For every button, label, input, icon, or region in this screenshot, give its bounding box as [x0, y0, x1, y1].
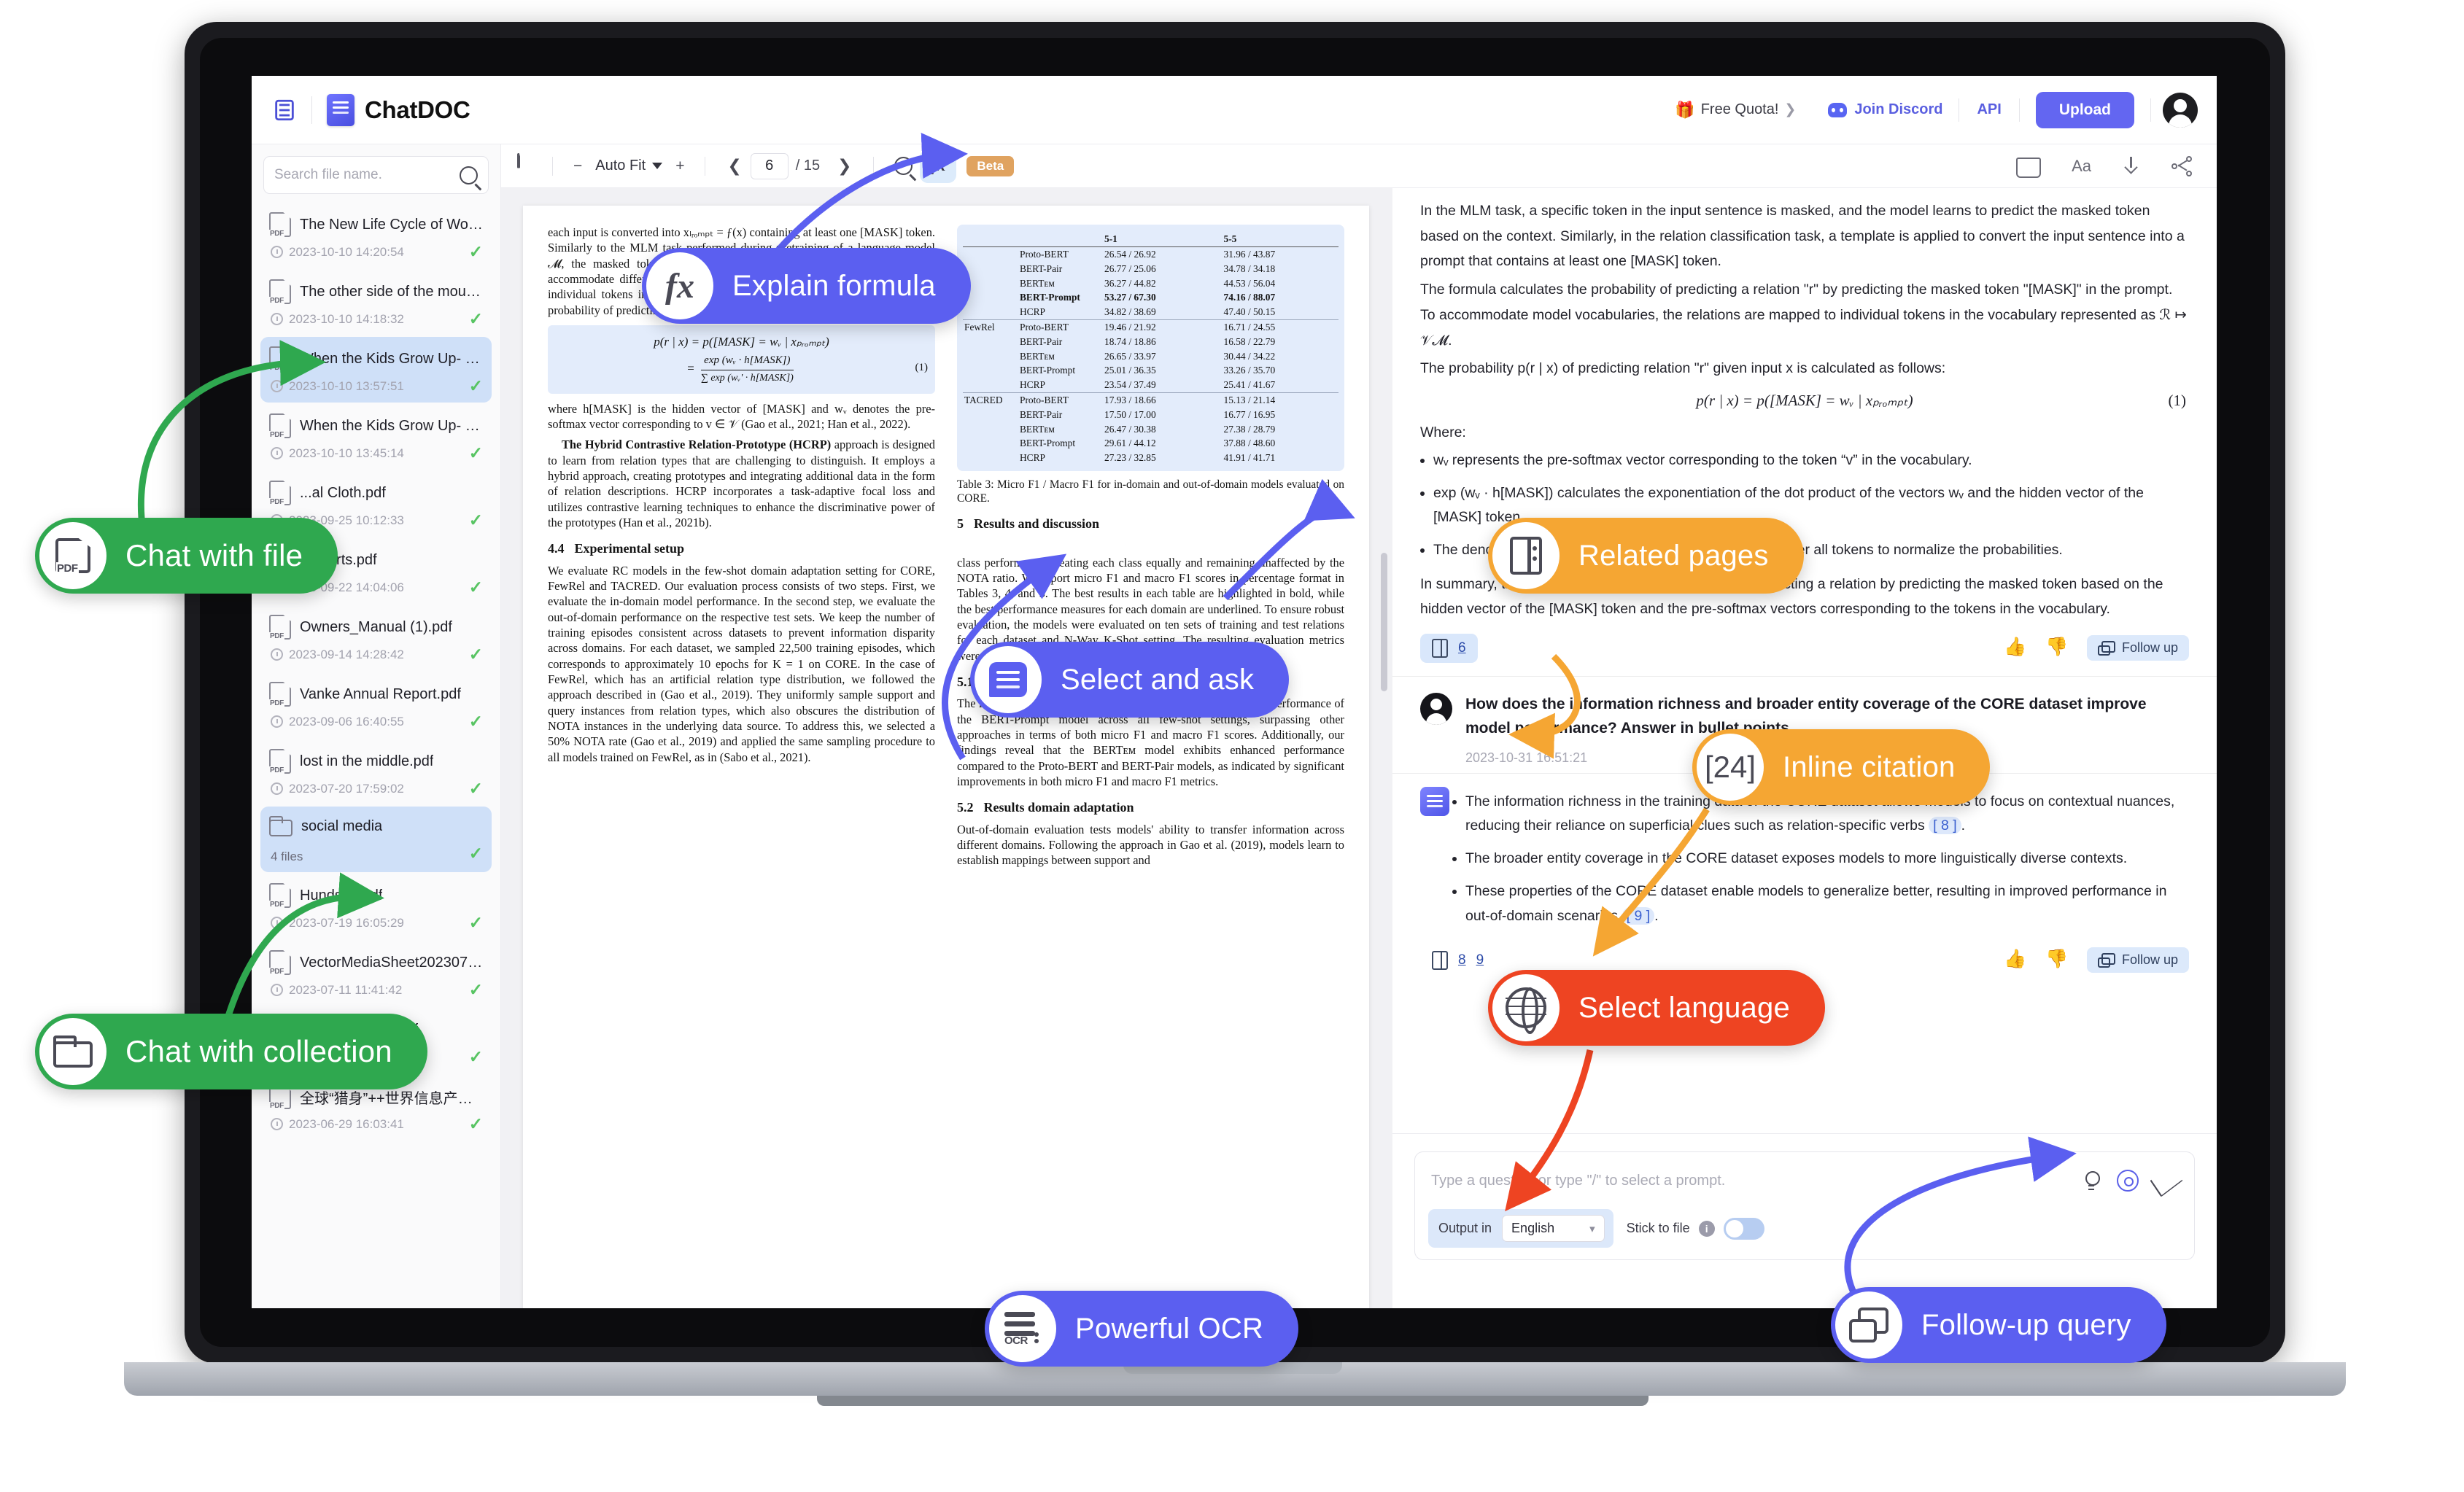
pdf-file-icon: PDF	[39, 522, 106, 589]
callout-label: Select language	[1578, 991, 1790, 1024]
callout-label: Chat with file	[125, 538, 303, 572]
ocr-icon: OCR	[989, 1295, 1056, 1362]
callout-label: Powerful OCR	[1075, 1312, 1264, 1345]
callout-label: Follow-up query	[1921, 1308, 2131, 1341]
globe-icon	[1492, 974, 1560, 1041]
callout-select-and-ask: Select and ask	[970, 642, 1290, 718]
fx-icon: fx	[646, 252, 713, 319]
pages-icon	[1492, 522, 1560, 589]
callout-label: Explain formula	[732, 269, 936, 302]
callout-label: Select and ask	[1061, 663, 1255, 696]
callout-label: Inline citation	[1783, 750, 1956, 783]
callout-related-pages: Related pages	[1488, 518, 1804, 594]
callout-powerful-ocr: OCR Powerful OCR	[985, 1291, 1299, 1367]
folder-icon	[39, 1018, 106, 1085]
callout-label: Related pages	[1578, 539, 1769, 572]
follow-up-icon	[1835, 1291, 1902, 1359]
chat-bubble-icon	[975, 646, 1042, 713]
screenshot-root: ChatDOC 🎁 Free Quota! ❯ Join Discord API…	[0, 0, 2464, 1492]
callout-inline-citation: [[24]24] Inline citation	[1692, 729, 1991, 805]
callout-explain-formula: fx Explain formula	[642, 248, 971, 324]
citation-icon: [[24]24]	[1697, 734, 1764, 801]
callout-arrows	[137, 133, 2077, 1300]
callout-label: Chat with collection	[125, 1034, 392, 1068]
callout-select-language: Select language	[1488, 970, 1825, 1046]
callout-chat-with-collection: Chat with collection	[35, 1014, 427, 1089]
callout-chat-with-file: PDF Chat with file	[35, 518, 338, 594]
callout-follow-up-query: Follow-up query	[1831, 1287, 2166, 1363]
